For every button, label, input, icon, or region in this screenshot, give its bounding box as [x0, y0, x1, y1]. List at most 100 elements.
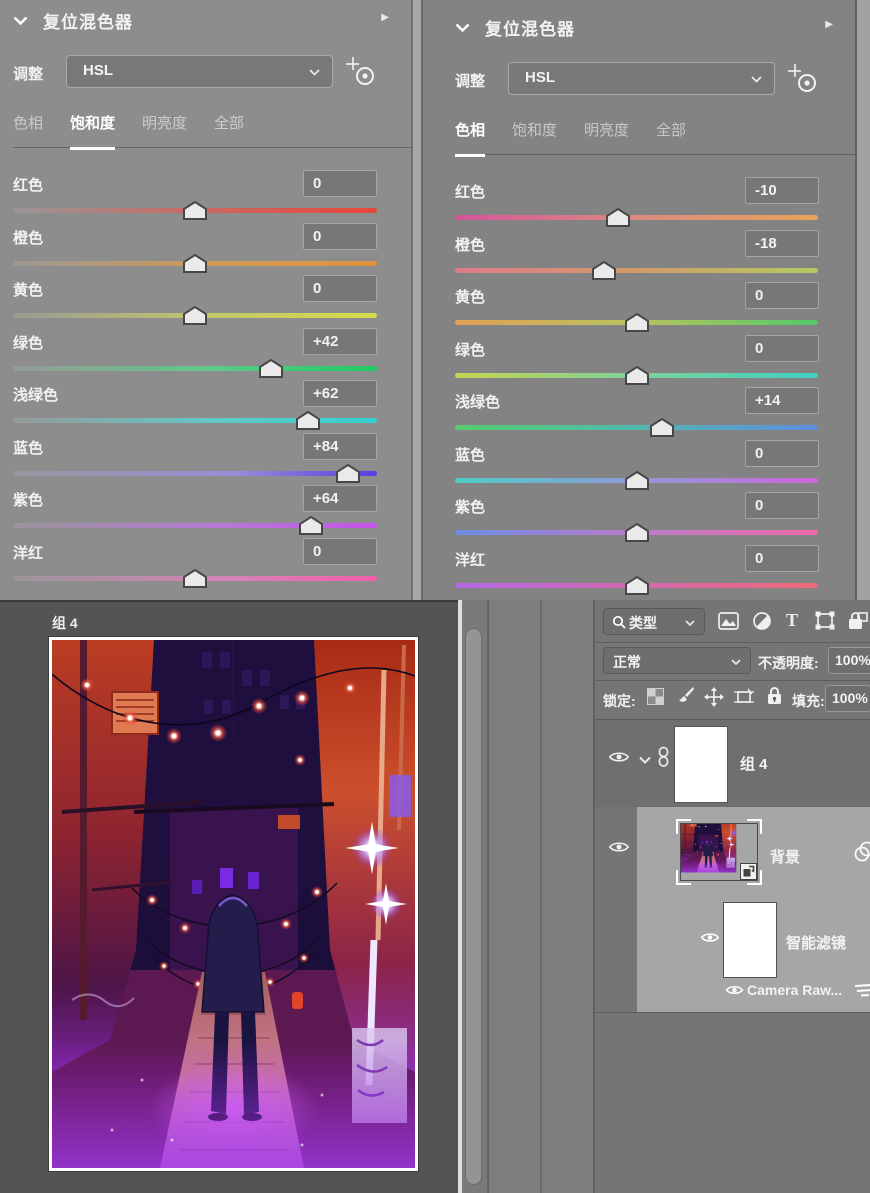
- group-mask-thumbnail[interactable]: [674, 726, 728, 803]
- slider-thumb[interactable]: [183, 254, 207, 273]
- filter-shape-layers-icon[interactable]: [814, 611, 836, 631]
- background-layer-name[interactable]: 背景: [770, 846, 800, 867]
- slider-thumb[interactable]: [183, 569, 207, 588]
- slider-value-input[interactable]: 0: [745, 282, 819, 309]
- slider-track[interactable]: [13, 471, 377, 476]
- tab-hue[interactable]: 色相: [455, 119, 485, 140]
- slider-thumb[interactable]: [336, 464, 360, 483]
- slider-track[interactable]: [13, 523, 377, 528]
- filter-blend-options-icon[interactable]: [855, 983, 870, 997]
- visibility-eye-icon[interactable]: [700, 931, 720, 944]
- slider-track[interactable]: [13, 418, 377, 423]
- slider-thumb[interactable]: [625, 576, 649, 595]
- slider-thumb[interactable]: [650, 418, 674, 437]
- filter-adjustment-layers-icon[interactable]: [752, 611, 772, 631]
- lock-transparency-icon[interactable]: [647, 688, 664, 705]
- tab-luminance[interactable]: 明亮度: [142, 112, 187, 133]
- slider-track[interactable]: [455, 478, 818, 483]
- tab-all[interactable]: 全部: [214, 112, 244, 133]
- layer-filter-select[interactable]: 类型: [603, 608, 705, 635]
- lock-image-brush-icon[interactable]: [676, 686, 695, 705]
- clip-link-icon[interactable]: [657, 746, 670, 768]
- smart-filter-mask-thumbnail[interactable]: [723, 902, 777, 978]
- lock-position-move-icon[interactable]: [704, 687, 724, 707]
- filter-pixel-layers-icon[interactable]: [718, 612, 739, 630]
- slider-track[interactable]: [13, 208, 377, 213]
- slider-value-input[interactable]: 0: [303, 275, 377, 302]
- slider-thumb[interactable]: [625, 366, 649, 385]
- slider-thumb[interactable]: [606, 208, 630, 227]
- slider-value-input[interactable]: +14: [745, 387, 819, 414]
- visibility-eye-icon[interactable]: [725, 984, 744, 996]
- panel-flyout-icon[interactable]: ▶: [825, 19, 833, 30]
- slider-track[interactable]: [455, 425, 818, 430]
- slider-row: 绿色0: [423, 335, 855, 388]
- slider-value-input[interactable]: 0: [303, 538, 377, 565]
- adjust-mode-select[interactable]: HSL: [508, 62, 775, 95]
- slider-thumb[interactable]: [259, 359, 283, 378]
- slider-thumb[interactable]: [625, 471, 649, 490]
- layer-filter-label: 类型: [629, 613, 657, 633]
- slider-track[interactable]: [455, 320, 818, 325]
- slider-track[interactable]: [13, 261, 377, 266]
- targeted-adjustment-icon[interactable]: [344, 55, 378, 94]
- fill-input[interactable]: 100%: [825, 685, 870, 712]
- slider-value-input[interactable]: -10: [745, 177, 819, 204]
- slider-value-input[interactable]: 0: [745, 545, 819, 572]
- slider-thumb[interactable]: [183, 201, 207, 220]
- slider-thumb[interactable]: [296, 411, 320, 430]
- tab-saturation[interactable]: 饱和度: [70, 112, 115, 133]
- lock-all-icon[interactable]: [766, 686, 783, 705]
- visibility-eye-icon[interactable]: [608, 750, 630, 764]
- slider-value-input[interactable]: 0: [745, 440, 819, 467]
- panel-collapse-chevron-icon[interactable]: [455, 23, 470, 32]
- slider-thumb[interactable]: [299, 516, 323, 535]
- group-layer-name[interactable]: 组 4: [740, 753, 768, 774]
- layer-row-group[interactable]: [595, 720, 870, 807]
- filter-type-layers-icon[interactable]: T: [786, 611, 798, 629]
- opacity-input[interactable]: 100%: [828, 647, 870, 674]
- group-expand-chevron-icon[interactable]: [639, 756, 651, 764]
- scrollbar-thumb[interactable]: [465, 628, 482, 1185]
- panel-collapse-chevron-icon[interactable]: [13, 16, 28, 25]
- slider-value-input[interactable]: 0: [745, 492, 819, 519]
- panel-divider-gap[interactable]: [413, 0, 421, 601]
- slider-value-input[interactable]: 0: [303, 170, 377, 197]
- blend-mode-select[interactable]: 正常: [603, 647, 751, 674]
- slider-track[interactable]: [455, 583, 818, 588]
- slider-track[interactable]: [13, 576, 377, 581]
- camera-raw-filter-label[interactable]: Camera Raw...: [747, 982, 842, 998]
- slider-thumb[interactable]: [625, 313, 649, 332]
- slider-track[interactable]: [455, 215, 818, 220]
- slider-value-input[interactable]: +64: [303, 485, 377, 512]
- panel-flyout-icon[interactable]: ▶: [381, 12, 389, 23]
- slider-value-input[interactable]: -18: [745, 230, 819, 257]
- slider-value-input[interactable]: +42: [303, 328, 377, 355]
- slider-value-input[interactable]: 0: [745, 335, 819, 362]
- slider-track[interactable]: [455, 530, 818, 535]
- slider-row: 浅绿色+62: [0, 380, 411, 433]
- slider-track[interactable]: [13, 313, 377, 318]
- tab-luminance[interactable]: 明亮度: [584, 119, 629, 140]
- slider-thumb[interactable]: [625, 523, 649, 542]
- slider-track[interactable]: [455, 268, 818, 273]
- slider-label: 红色: [13, 174, 43, 195]
- slider-thumb[interactable]: [183, 306, 207, 325]
- tab-saturation[interactable]: 饱和度: [512, 119, 557, 140]
- lock-artboard-icon[interactable]: [734, 688, 754, 706]
- tab-hue[interactable]: 色相: [13, 112, 43, 133]
- scrollbar-track[interactable]: [462, 600, 487, 1193]
- filter-smart-object-icon[interactable]: [847, 611, 869, 631]
- visibility-eye-icon[interactable]: [608, 840, 630, 854]
- tab-all[interactable]: 全部: [656, 119, 686, 140]
- targeted-adjustment-icon[interactable]: [786, 62, 820, 101]
- smart-filters-label[interactable]: 智能滤镜: [786, 932, 846, 953]
- smart-filter-circles-icon[interactable]: [852, 841, 870, 863]
- slider-value-input[interactable]: 0: [303, 223, 377, 250]
- adjust-mode-select[interactable]: HSL: [66, 55, 333, 88]
- slider-value-input[interactable]: +62: [303, 380, 377, 407]
- slider-track[interactable]: [455, 373, 818, 378]
- slider-thumb[interactable]: [592, 261, 616, 280]
- slider-track[interactable]: [13, 366, 377, 371]
- slider-value-input[interactable]: +84: [303, 433, 377, 460]
